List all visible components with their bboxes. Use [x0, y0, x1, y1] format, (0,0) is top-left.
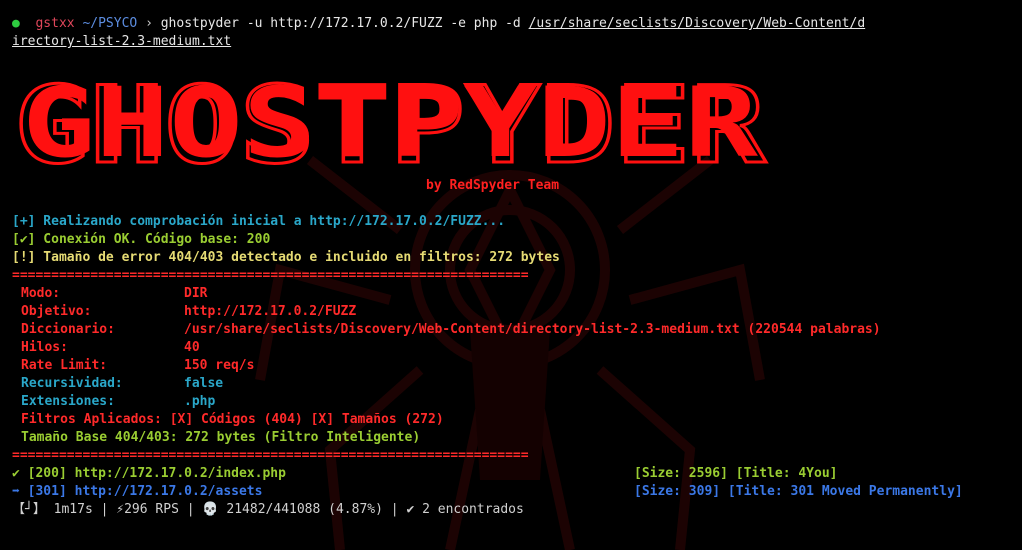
separator-bottom: ========================================…: [12, 448, 529, 463]
terminal-window[interactable]: ● gstxx ~/PSYCO › ghostpyder -u http://1…: [0, 0, 1022, 550]
config-key: Hilos:: [21, 340, 68, 355]
spinner-icon: 【┘】: [12, 502, 46, 517]
config-value: 150 req/s: [184, 358, 255, 373]
rps-counter: ⚡296 RPS: [116, 502, 179, 517]
result-info: [Size: 309] [Title: 301 Moved Permanentl…: [634, 484, 963, 499]
status-dot-icon: ●: [12, 16, 20, 31]
prompt-line: ● gstxx ~/PSYCO › ghostpyder -u http://1…: [12, 15, 865, 33]
found-count: ✔ 2 encontrados: [406, 502, 524, 517]
prompt-user: gstxx: [35, 16, 75, 31]
config-key: Extensiones:: [21, 394, 115, 409]
filters-line: Filtros Aplicados: [X] Códigos (404) [X]…: [21, 412, 444, 427]
status-line: [!] Tamaño de error 404/403 detectado e …: [12, 250, 560, 265]
config-key: Objetivo:: [21, 304, 92, 319]
skull-icon: 💀: [202, 502, 219, 517]
config-value: /usr/share/seclists/Discovery/Web-Conten…: [184, 322, 881, 337]
banner-credit: by RedSpyder Team: [426, 178, 560, 193]
result-url[interactable]: ✔ [200] http://172.17.0.2/index.php: [12, 465, 286, 483]
wordlist-path-part1[interactable]: /usr/share/seclists/Discovery/Web-Conten…: [529, 16, 866, 31]
command-text: ghostpyder -u http://172.17.0.2/FUZZ -e …: [160, 16, 529, 31]
elapsed-time: 1m17s: [53, 502, 93, 517]
config-key: Diccionario:: [21, 322, 115, 337]
request-count: 21482/441088 (4.87%): [226, 502, 383, 517]
config-value: DIR: [184, 286, 208, 301]
result-url[interactable]: ➡ [301] http://172.17.0.2/assets: [12, 483, 262, 501]
wordlist-path-part2[interactable]: irectory-list-2.3-medium.txt: [12, 34, 231, 49]
config-value: http://172.17.0.2/FUZZ: [184, 304, 357, 319]
config-value: .php: [184, 394, 216, 409]
config-key: Rate Limit:: [21, 358, 108, 373]
status-line: [✔] Conexión OK. Código base: 200: [12, 232, 271, 247]
separator-top: ========================================…: [12, 268, 529, 283]
logo-fill: GHOSTPYDER: [22, 70, 758, 179]
config-value: 40: [184, 340, 200, 355]
base-size-line: Tamaño Base 404/403: 272 bytes (Filtro I…: [21, 430, 421, 445]
status-line: [+] Realizando comprobación inicial a ht…: [12, 214, 506, 229]
config-value: false: [184, 376, 224, 391]
prompt-separator: ›: [145, 16, 153, 31]
prompt-cwd: ~/PSYCO: [82, 16, 138, 31]
config-key: Modo:: [21, 286, 61, 301]
ghostpyder-logo: GHOSTPYDER GHOSTPYDER: [13, 70, 768, 180]
prompt-line-wrap: irectory-list-2.3-medium.txt: [12, 33, 231, 51]
progress-line: 【┘】 1m17s | ⚡296 RPS | 💀 21482/441088 (4…: [12, 502, 524, 517]
result-info: [Size: 2596] [Title: 4You]: [634, 466, 838, 481]
config-key: Recursividad:: [21, 376, 123, 391]
